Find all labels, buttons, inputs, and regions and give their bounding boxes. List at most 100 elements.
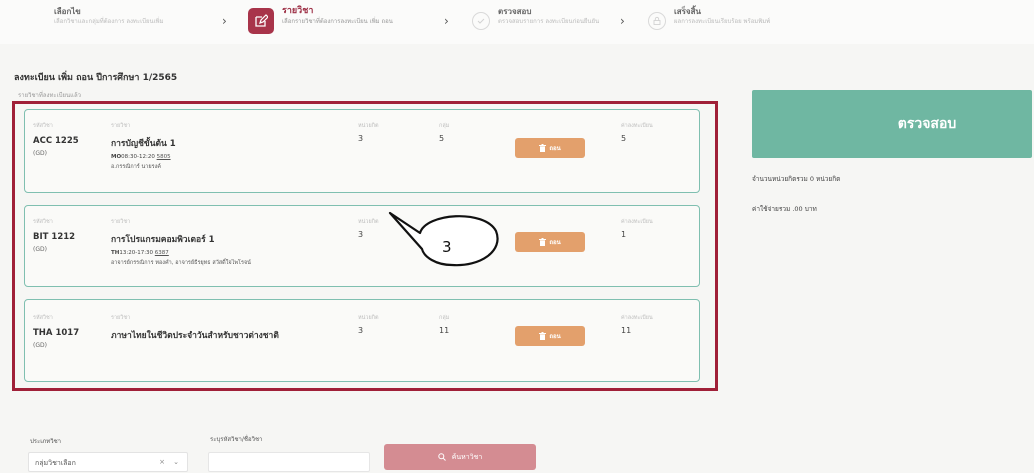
keyword-label: ระบุรหัสวิชา/ชื่อวิชา [210,436,263,443]
chevron-right-icon: › [222,14,227,28]
edit-icon [248,8,274,34]
total-credits-text: จำนวนหน่วยกิตรวม 0 หน่วยกิต [752,175,841,183]
callout-number: 3 [442,238,452,256]
course-name-col: รายวิชา การโปรแกรมคอมพิวเตอร์ 1 TH13:20-… [111,218,251,267]
course-name-col: รายวิชา ภาษาไทยในชีวิตประจำวันสำหรับชาวต… [111,314,279,342]
step-subtitle: ตรวจสอบรายการ ลงทะเบียนก่อนยืนยัน [498,18,600,25]
group-column-label: กลุ่ม [439,315,450,321]
total-fee-text: ค่าใช้จ่ายรวม .00 บาท [752,205,817,213]
clear-icon[interactable]: × [159,458,165,466]
step-subtitle: เลือกวิชาและกลุ่มที่ต้องการ ลงทะเบียนเพิ… [54,18,164,25]
schedule-room[interactable]: 6387 [155,250,169,256]
withdraw-label: ถอน [549,239,561,246]
fee-col: ค่าลงทะเบียน 11 [621,314,653,335]
check-circle-icon [472,12,490,30]
keyword-input[interactable] [208,452,370,472]
withdraw-button[interactable]: ถอน [515,232,585,252]
page-subtitle: รายวิชาที่ลงทะเบียนแล้ว [18,92,82,99]
withdraw-label: ถอน [549,145,561,152]
course-group: 5 [439,134,445,143]
course-code-col: รหัสวิชา ACC 1225 (GD) [33,122,79,157]
course-code-col: รหัสวิชา BIT 1212 (GD) [33,218,75,253]
course-fee: 1 [621,230,627,239]
trash-icon [539,238,547,246]
course-code: BIT 1212 [33,232,76,242]
step-title: เสร็จสิ้น [674,7,701,16]
course-type-value: กลุ่มวิชาเลือก [35,459,76,467]
course-schedule: TH13:20-17:30 6387 [111,250,251,256]
withdraw-button[interactable]: ถอน [515,326,585,346]
lock-icon [648,12,666,30]
course-type-label: ประเภทวิชา [30,438,62,445]
course-credit: 3 [358,230,364,239]
step-subtitle: เลือกรายวิชาที่ต้องการลงทะเบียน เพิ่ม ถอ… [282,18,393,25]
course-code: ACC 1225 [33,136,79,146]
registration-stepper: เลือกไข เลือกวิชาและกลุ่มที่ต้องการ ลงทะ… [0,0,1034,44]
chevron-right-icon: › [444,14,449,28]
course-name: ภาษาไทยในชีวิตประจำวันสำหรับชาวต่างชาติ [111,331,279,341]
course-card: รหัสวิชา ACC 1225 (GD) รายวิชา การบัญชีข… [24,109,700,193]
course-group-tag: (GD) [33,150,47,157]
callout-bubble [388,211,499,267]
schedule-time: 13:20-17:30 [119,250,154,256]
credit-col: หน่วยกิต 3 [358,122,379,143]
search-course-button[interactable]: ค้นหาวิชา [384,444,536,470]
withdraw-label: ถอน [549,333,561,340]
course-name-col: รายวิชา การบัญชีขั้นต้น 1 MO08:30-12:20 … [111,122,176,171]
step-title: รายวิชา [282,6,314,16]
fee-column-label: ค่าลงทะเบียน [621,123,653,129]
credit-column-label: หน่วยกิต [358,123,379,129]
step-courses[interactable]: รายวิชา เลือกรายวิชาที่ต้องการลงทะเบียน … [248,6,393,34]
group-column-label: กลุ่ม [439,123,450,129]
course-group: 11 [439,326,450,335]
schedule-room[interactable]: 5805 [157,154,171,160]
group-col: กลุ่ม 5 [439,122,449,143]
code-column-label: รหัสวิชา [33,315,53,321]
step-finish[interactable]: เสร็จสิ้น ผลการลงทะเบียนเรียบร้อย พร้อมพ… [648,6,770,30]
course-teacher: อาจารย์กรรณิการ ทองคำ, อาจารย์ธีรยุทธ สว… [111,260,251,266]
course-schedule: MO08:30-12:20 5805 [111,154,176,160]
course-card: รหัสวิชา BIT 1212 (GD) รายวิชา การโปรแกร… [24,205,700,287]
course-card: รหัสวิชา THA 1017 (GD) รายวิชา ภาษาไทยใน… [24,299,700,382]
check-button[interactable]: ตรวจสอบ [752,90,1032,158]
fee-col: ค่าลงทะเบียน 5 [621,122,653,143]
step-review[interactable]: ตรวจสอบ ตรวจสอบรายการ ลงทะเบียนก่อนยืนยั… [472,6,599,30]
step-subtitle: ผลการลงทะเบียนเรียบร้อย พร้อมพิมพ์ [674,18,771,25]
credit-col: หน่วยกิต 3 [358,314,379,335]
fee-column-label: ค่าลงทะเบียน [621,219,653,225]
credit-col: หน่วยกิต 3 [358,218,379,239]
code-column-label: รหัสวิชา [33,123,53,129]
name-column-label: รายวิชา [111,315,131,321]
course-teacher: อ.กรรณิการ์ นายรงค์ [111,164,161,170]
course-group-tag: (GD) [33,246,47,253]
name-column-label: รายวิชา [111,123,131,129]
course-fee: 5 [621,134,627,143]
chevron-right-icon: › [620,14,625,28]
group-col: กลุ่ม 11 [439,314,449,335]
trash-icon [539,144,547,152]
course-credit: 3 [358,326,364,335]
credit-column-label: หน่วยกิต [358,219,379,225]
course-group-tag: (GD) [33,342,47,349]
trash-icon [539,332,547,340]
name-column-label: รายวิชา [111,219,131,225]
code-column-label: รหัสวิชา [33,219,53,225]
step-title: ตรวจสอบ [498,7,532,16]
schedule-time: 08:30-12:20 [121,154,155,160]
course-name: การโปรแกรมคอมพิวเตอร์ 1 [111,235,215,245]
search-icon [437,453,446,461]
course-credit: 3 [358,134,364,143]
course-code: THA 1017 [33,328,80,338]
search-course-label: ค้นหาวิชา [451,452,483,461]
course-code-col: รหัสวิชา THA 1017 (GD) [33,314,79,349]
course-name: การบัญชีขั้นต้น 1 [111,139,176,149]
credit-column-label: หน่วยกิต [358,315,379,321]
registered-courses-frame: รหัสวิชา ACC 1225 (GD) รายวิชา การบัญชีข… [12,101,718,391]
course-fee: 11 [621,326,632,335]
step-select[interactable]: เลือกไข เลือกวิชาและกลุ่มที่ต้องการ ลงทะ… [28,6,164,27]
chevron-down-icon[interactable]: ⌄ [173,458,179,466]
course-type-select[interactable]: กลุ่มวิชาเลือก × ⌄ [28,452,188,472]
step-title: เลือกไข [54,7,81,16]
fee-col: ค่าลงทะเบียน 1 [621,218,653,239]
withdraw-button[interactable]: ถอน [515,138,585,158]
